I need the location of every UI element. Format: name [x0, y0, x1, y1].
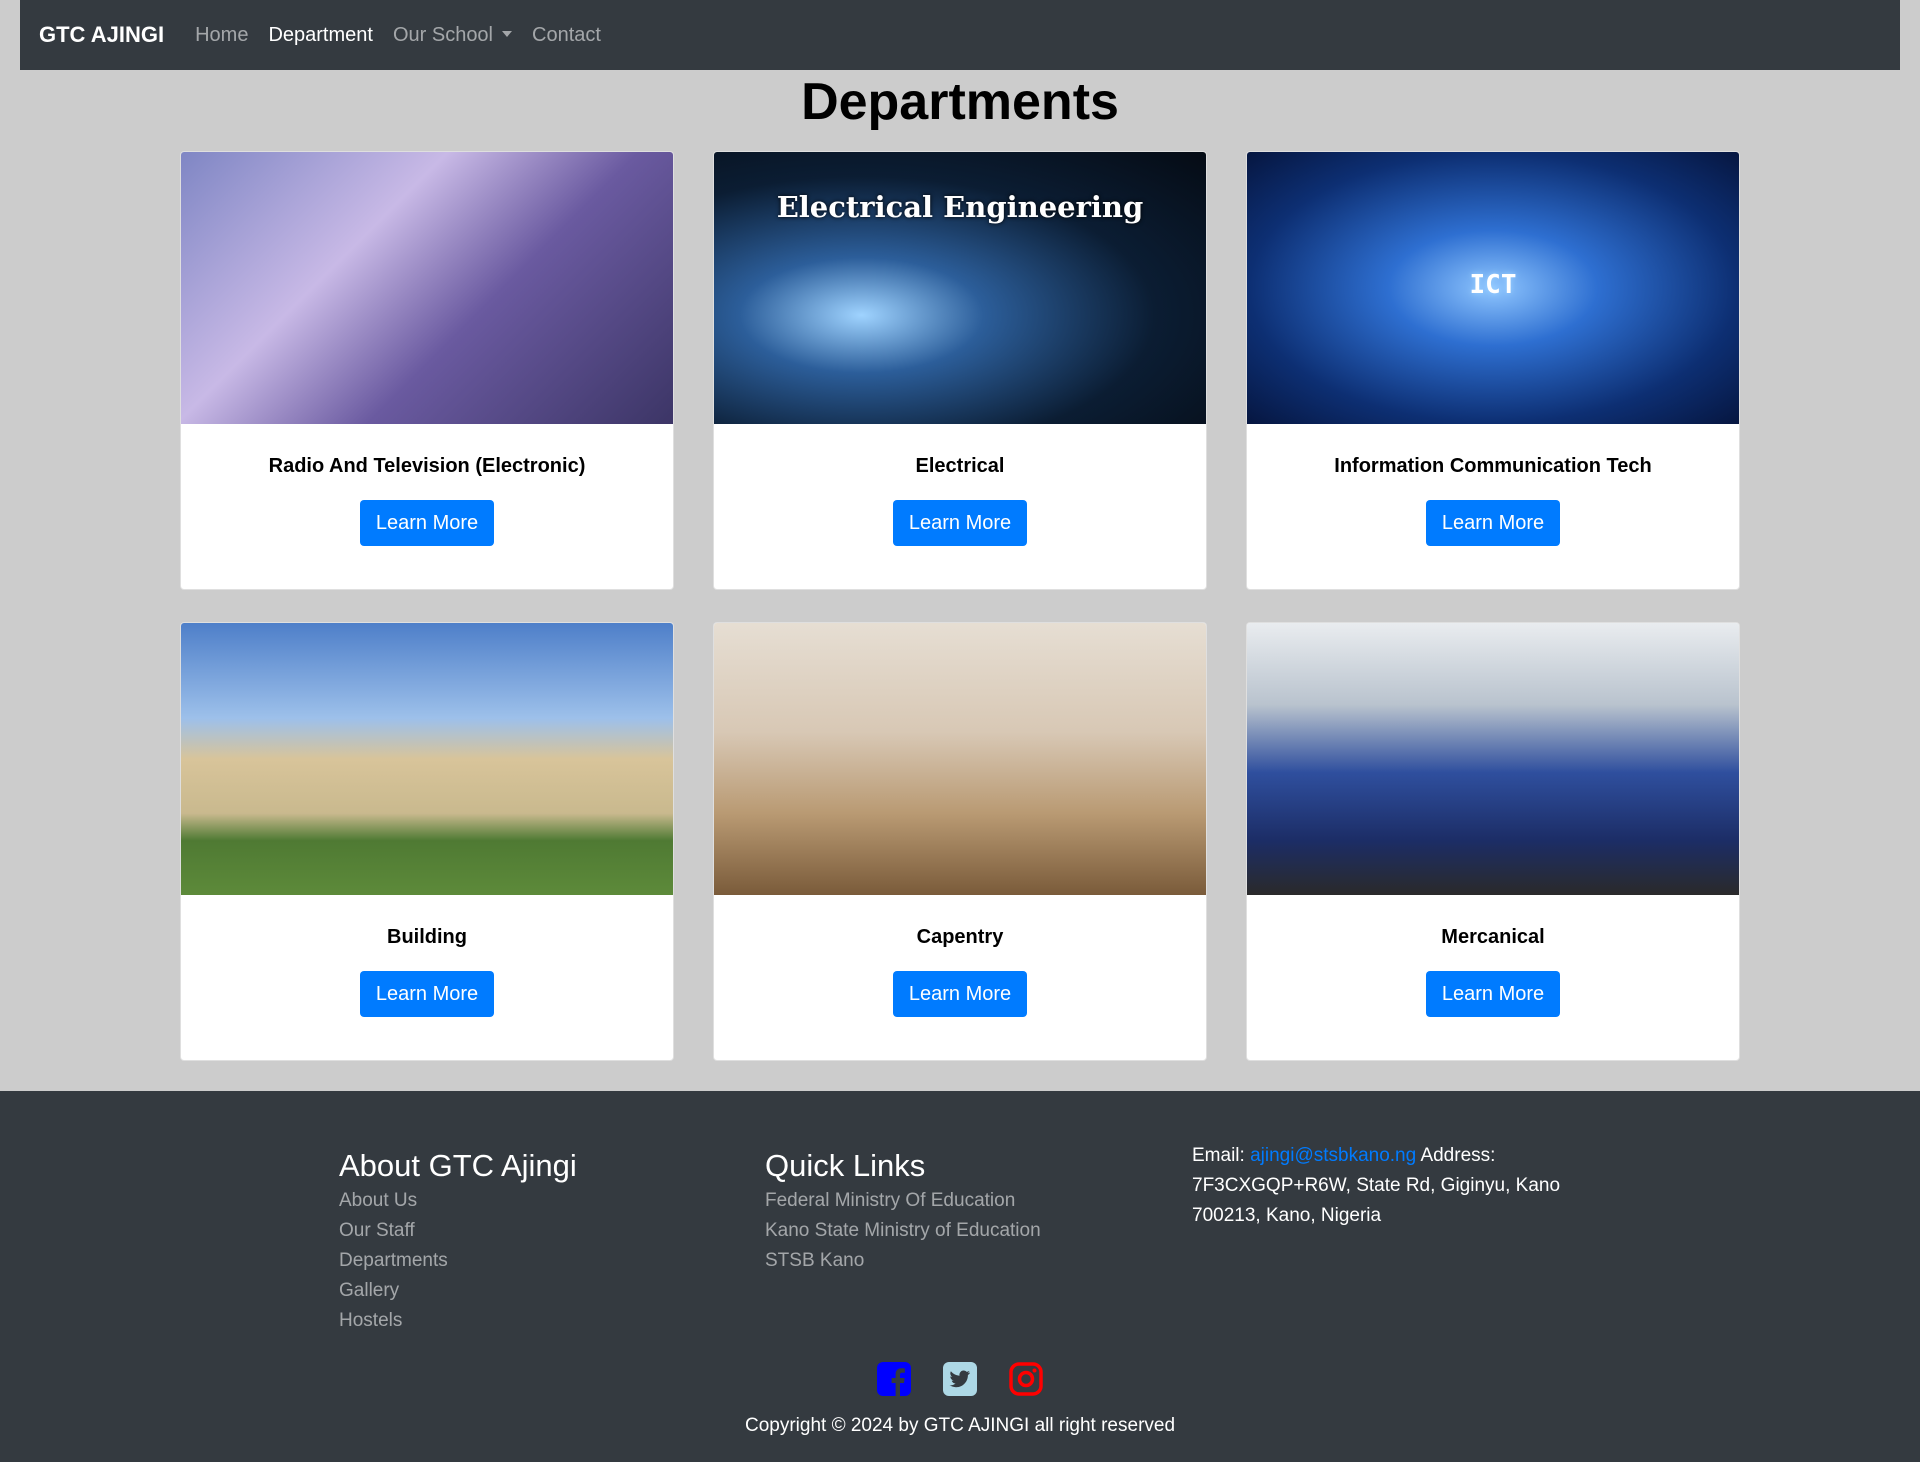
brand-logo[interactable]: GTC AJINGI [39, 22, 164, 48]
footer: About GTC Ajingi About Us Our Staff Depa… [0, 1091, 1920, 1462]
footer-link-gallery[interactable]: Gallery [339, 1276, 577, 1306]
department-image: Electrical Engineering [714, 152, 1206, 424]
instagram-icon[interactable] [1008, 1361, 1044, 1397]
twitter-icon[interactable] [942, 1361, 978, 1397]
learn-more-button[interactable]: Learn More [892, 971, 1028, 1017]
footer-link-kano-ministry[interactable]: Kano State Ministry of Education [765, 1216, 1041, 1246]
image-caption: ICT [1469, 270, 1517, 300]
copyright-text: Copyright © 2024 by GTC AJINGI all right… [744, 1415, 1176, 1436]
footer-link-our-staff[interactable]: Our Staff [339, 1216, 577, 1246]
footer-link-about-us[interactable]: About Us [339, 1186, 577, 1216]
nav-link-home[interactable]: Home [195, 24, 248, 47]
footer-link-hostels[interactable]: Hostels [339, 1306, 577, 1336]
department-title: Building [387, 926, 467, 948]
email-label: Email: [1192, 1145, 1245, 1166]
department-card: Mercanical Learn More [1246, 622, 1740, 1061]
nav-dropdown-our-school[interactable]: Our School [392, 23, 513, 47]
nav-link-contact[interactable]: Contact [532, 24, 601, 47]
social-links [0, 1361, 1920, 1397]
department-image: ICT [1247, 152, 1739, 424]
facebook-icon[interactable] [876, 1361, 912, 1397]
footer-quick-links-heading: Quick Links [765, 1148, 926, 1183]
navbar: GTC AJINGI Home Department Our School Co… [20, 0, 1900, 70]
footer-link-stsb-kano[interactable]: STSB Kano [765, 1246, 1041, 1276]
learn-more-button[interactable]: Learn More [1425, 971, 1561, 1017]
footer-about-heading: About GTC Ajingi [339, 1148, 577, 1183]
department-card: Capentry Learn More [713, 622, 1207, 1061]
department-title: Information Communication Tech [1334, 455, 1652, 477]
footer-link-departments[interactable]: Departments [339, 1246, 577, 1276]
footer-link-federal-ministry[interactable]: Federal Ministry Of Education [765, 1186, 1041, 1216]
chevron-down-icon [502, 30, 513, 37]
learn-more-button[interactable]: Learn More [1425, 500, 1561, 546]
learn-more-button[interactable]: Learn More [359, 500, 495, 546]
email-link[interactable]: ajingi@stsbkano.ng [1250, 1145, 1416, 1166]
footer-quick-links-section: Quick Links Federal Ministry Of Educatio… [765, 1146, 1041, 1276]
department-title: Capentry [916, 926, 1004, 948]
footer-about-section: About GTC Ajingi About Us Our Staff Depa… [339, 1146, 577, 1336]
department-card: Electrical Engineering Electrical Learn … [713, 151, 1207, 590]
department-title: Electrical [915, 455, 1005, 477]
department-image [181, 152, 673, 424]
nav-link-department[interactable]: Department [268, 24, 373, 47]
department-card: ICT Information Communication Tech Learn… [1246, 151, 1740, 590]
department-card: Building Learn More [180, 622, 674, 1061]
department-image [181, 623, 673, 895]
image-caption: Electrical Engineering [776, 190, 1144, 224]
department-title: Mercanical [1441, 926, 1545, 948]
footer-contact: Email: ajingi@stsbkano.ng Address: 7F3CX… [1192, 1141, 1572, 1231]
department-image [714, 623, 1206, 895]
learn-more-button[interactable]: Learn More [359, 971, 495, 1017]
department-card: Radio And Television (Electronic) Learn … [180, 151, 674, 590]
page-title: Departments [801, 73, 1119, 131]
nav-dropdown-label: Our School [392, 23, 494, 46]
department-image [1247, 623, 1739, 895]
learn-more-button[interactable]: Learn More [892, 500, 1028, 546]
department-title: Radio And Television (Electronic) [268, 455, 586, 477]
